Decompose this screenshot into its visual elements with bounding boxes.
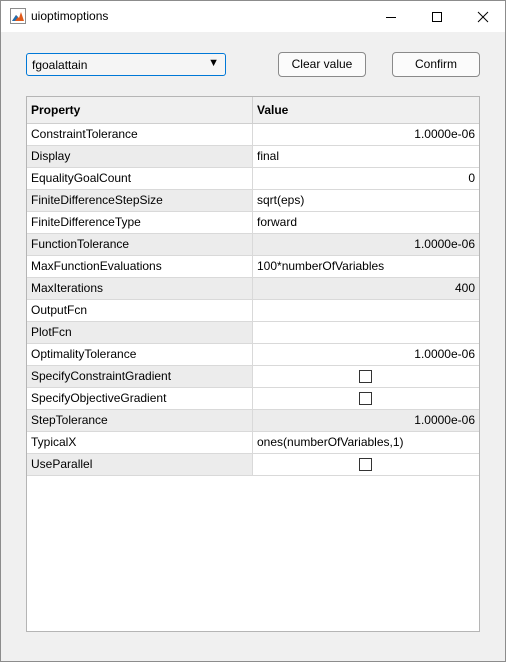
property-cell: MaxFunctionEvaluations (27, 256, 253, 277)
solver-dropdown-value: fgoalattain (32, 58, 88, 72)
title-bar: uioptimoptions (1, 1, 505, 32)
value-cell[interactable] (253, 322, 479, 343)
chevron-down-icon: ▼ (208, 57, 219, 69)
value-cell[interactable]: 400 (253, 278, 479, 299)
value-cell[interactable]: 1.0000e-06 (253, 124, 479, 145)
column-header-value[interactable]: Value (253, 97, 479, 123)
table-row[interactable]: FiniteDifferenceType forward (27, 212, 479, 234)
value-cell[interactable] (253, 300, 479, 321)
table-row[interactable]: SpecifyObjectiveGradient (27, 388, 479, 410)
table-row[interactable]: MaxFunctionEvaluations 100*numberOfVariab… (27, 256, 479, 278)
minimize-icon (386, 16, 396, 18)
property-cell: MaxIterations (27, 278, 253, 299)
close-icon (477, 11, 489, 22)
table-row[interactable]: OptimalityTolerance 1.0000e-06 (27, 344, 479, 366)
property-cell: SpecifyConstraintGradient (27, 366, 253, 387)
maximize-icon (432, 11, 442, 22)
table-header: Property Value (27, 97, 479, 124)
value-cell[interactable]: 100*numberOfVariables (253, 256, 479, 277)
value-checkbox[interactable] (359, 392, 372, 405)
table-row[interactable]: FiniteDifferenceStepSize sqrt(eps) (27, 190, 479, 212)
value-cell[interactable]: ones(numberOfVariables,1) (253, 432, 479, 453)
table-row[interactable]: UseParallel (27, 454, 479, 476)
table-row[interactable]: FunctionTolerance 1.0000e-06 (27, 234, 479, 256)
table-row[interactable]: TypicalX ones(numberOfVariables,1) (27, 432, 479, 454)
value-cell[interactable]: forward (253, 212, 479, 233)
property-cell: FunctionTolerance (27, 234, 253, 255)
property-cell: TypicalX (27, 432, 253, 453)
property-cell: OptimalityTolerance (27, 344, 253, 365)
property-cell: ConstraintTolerance (27, 124, 253, 145)
solver-dropdown[interactable]: fgoalattain ▼ (26, 53, 226, 76)
minimize-button[interactable] (368, 1, 414, 32)
content-area: fgoalattain ▼ Clear value Confirm Proper… (1, 32, 505, 661)
property-cell: Display (27, 146, 253, 167)
property-cell: EqualityGoalCount (27, 168, 253, 189)
value-cell[interactable]: 1.0000e-06 (253, 410, 479, 431)
value-cell (253, 388, 479, 409)
value-cell[interactable]: final (253, 146, 479, 167)
table-row[interactable]: EqualityGoalCount 0 (27, 168, 479, 190)
property-cell: StepTolerance (27, 410, 253, 431)
value-cell (253, 454, 479, 475)
table-row[interactable]: Display final (27, 146, 479, 168)
column-header-property[interactable]: Property (27, 97, 253, 123)
clear-value-button[interactable]: Clear value (278, 52, 366, 77)
property-cell: FiniteDifferenceType (27, 212, 253, 233)
property-cell: OutputFcn (27, 300, 253, 321)
property-cell: UseParallel (27, 454, 253, 475)
table-row[interactable]: MaxIterations 400 (27, 278, 479, 300)
value-checkbox[interactable] (359, 458, 372, 471)
property-cell: SpecifyObjectiveGradient (27, 388, 253, 409)
table-row[interactable]: OutputFcn (27, 300, 479, 322)
table-row[interactable]: SpecifyConstraintGradient (27, 366, 479, 388)
value-cell[interactable]: sqrt(eps) (253, 190, 479, 211)
matlab-icon (10, 8, 26, 24)
table-row[interactable]: StepTolerance 1.0000e-06 (27, 410, 479, 432)
close-button[interactable] (460, 1, 506, 32)
maximize-button[interactable] (414, 1, 460, 32)
property-cell: FiniteDifferenceStepSize (27, 190, 253, 211)
value-cell (253, 366, 479, 387)
table-row[interactable]: PlotFcn (27, 322, 479, 344)
confirm-button[interactable]: Confirm (392, 52, 480, 77)
value-cell[interactable]: 1.0000e-06 (253, 234, 479, 255)
table-row[interactable]: ConstraintTolerance 1.0000e-06 (27, 124, 479, 146)
app-window: uioptimoptions fgoalattain ▼ Clear value… (0, 0, 506, 662)
window-title: uioptimoptions (31, 9, 109, 23)
value-cell[interactable]: 1.0000e-06 (253, 344, 479, 365)
value-checkbox[interactable] (359, 370, 372, 383)
value-cell[interactable]: 0 (253, 168, 479, 189)
options-table: Property Value ConstraintTolerance 1.0000… (26, 96, 480, 632)
property-cell: PlotFcn (27, 322, 253, 343)
